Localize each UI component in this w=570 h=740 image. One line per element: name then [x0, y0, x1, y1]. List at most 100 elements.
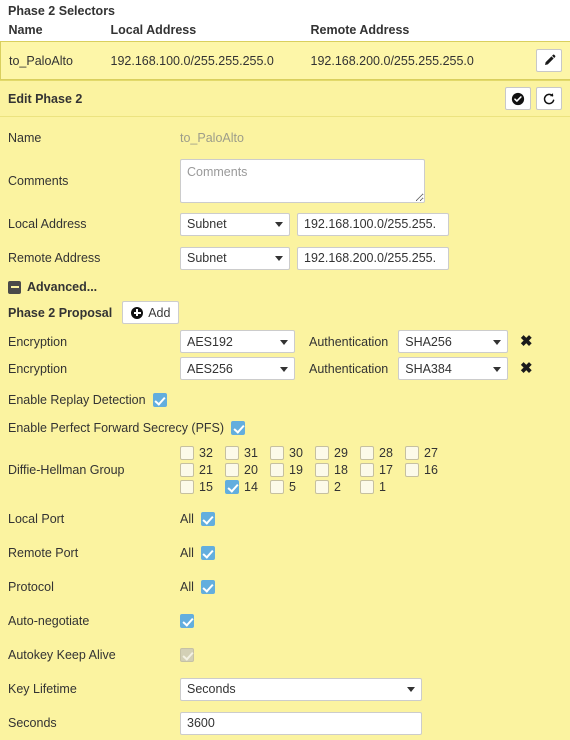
label-remote-address: Remote Address: [0, 251, 180, 265]
dh-option-2[interactable]: 2: [315, 480, 360, 494]
encryption-2-wrap: AES256: [180, 357, 295, 380]
dh-label-16: 16: [424, 463, 438, 477]
label-remote-port: Remote Port: [0, 546, 180, 560]
dh-option-31[interactable]: 31: [225, 446, 270, 460]
column-header-local-address: Local Address: [111, 21, 311, 42]
undo-arrow-icon[interactable]: [536, 87, 562, 110]
row-autokey-keep-alive: Autokey Keep Alive: [0, 638, 570, 672]
protocol-all-label: All: [180, 580, 194, 594]
field-autokey-keep-alive: [180, 648, 194, 662]
dh-checkbox-17[interactable]: [360, 463, 374, 477]
seconds-input[interactable]: [180, 712, 422, 735]
dh-option-20[interactable]: 20: [225, 463, 270, 477]
dh-checkbox-29[interactable]: [315, 446, 329, 460]
dh-checkbox-27[interactable]: [405, 446, 419, 460]
remote-address-type-select[interactable]: Subnet: [180, 247, 290, 270]
add-proposal-button[interactable]: Add: [122, 301, 179, 324]
field-name: to_PaloAlto: [180, 131, 244, 145]
dh-option-18[interactable]: 18: [315, 463, 360, 477]
cell-name: to_PaloAlto: [1, 42, 111, 80]
row-remote-address: Remote Address Subnet: [0, 241, 570, 275]
dh-checkbox-18[interactable]: [315, 463, 329, 477]
dh-label-30: 30: [289, 446, 303, 460]
replay-detection-checkbox[interactable]: [153, 393, 167, 407]
dh-checkbox-1[interactable]: [360, 480, 374, 494]
pencil-icon[interactable]: [536, 49, 562, 72]
dh-checkbox-21[interactable]: [180, 463, 194, 477]
authentication-1-select[interactable]: SHA256: [398, 330, 508, 353]
add-proposal-label: Add: [148, 306, 170, 320]
protocol-all-checkbox[interactable]: [201, 580, 215, 594]
dh-option-19[interactable]: 19: [270, 463, 315, 477]
local-address-input[interactable]: [297, 213, 449, 236]
field-auto-negotiate: [180, 614, 194, 628]
dh-option-21[interactable]: 21: [180, 463, 225, 477]
label-name: Name: [0, 131, 180, 145]
advanced-toggle[interactable]: Advanced...: [0, 275, 570, 299]
row-dh-group: Diffie-Hellman Group 32 31 3: [0, 440, 570, 498]
dh-label-1: 1: [379, 480, 386, 494]
row-replay-detection: Enable Replay Detection: [0, 382, 570, 412]
remote-address-type-wrap: Subnet: [180, 247, 290, 270]
row-remote-port: Remote Port All: [0, 536, 570, 570]
dh-checkbox-28[interactable]: [360, 446, 374, 460]
table-row[interactable]: to_PaloAlto 192.168.100.0/255.255.255.0 …: [1, 42, 570, 80]
local-address-type-select[interactable]: Subnet: [180, 213, 290, 236]
dh-checkbox-20[interactable]: [225, 463, 239, 477]
encryption-1-select[interactable]: AES192: [180, 330, 295, 353]
dh-option-28[interactable]: 28: [360, 446, 405, 460]
advanced-label: Advanced...: [27, 280, 97, 294]
dh-option-16[interactable]: 16: [405, 463, 450, 477]
column-header-name: Name: [1, 21, 111, 42]
dh-checkbox-32[interactable]: [180, 446, 194, 460]
dh-option-1[interactable]: 1: [360, 480, 405, 494]
dh-option-30[interactable]: 30: [270, 446, 315, 460]
encryption-1-wrap: AES192: [180, 330, 295, 353]
field-local-port: All: [180, 512, 215, 526]
dh-group-row-2: 21 20 19 18: [180, 463, 450, 477]
dh-checkbox-31[interactable]: [225, 446, 239, 460]
dh-checkbox-30[interactable]: [270, 446, 284, 460]
dh-option-32[interactable]: 32: [180, 446, 225, 460]
dh-label-2: 2: [334, 480, 341, 494]
delete-proposal-2-button[interactable]: ✖: [516, 358, 536, 380]
autokey-keep-alive-checkbox: [180, 648, 194, 662]
field-protocol: All: [180, 580, 215, 594]
dh-checkbox-5[interactable]: [270, 480, 284, 494]
local-port-all-checkbox[interactable]: [201, 512, 215, 526]
label-replay-detection: Enable Replay Detection: [8, 393, 146, 407]
row-auto-negotiate: Auto-negotiate: [0, 604, 570, 638]
dh-option-14[interactable]: 14: [225, 480, 270, 494]
authentication-2-select[interactable]: SHA384: [398, 357, 508, 380]
encryption-2-select[interactable]: AES256: [180, 357, 295, 380]
dh-checkbox-19[interactable]: [270, 463, 284, 477]
dh-checkbox-15[interactable]: [180, 480, 194, 494]
dh-label-32: 32: [199, 446, 213, 460]
dh-option-29[interactable]: 29: [315, 446, 360, 460]
dh-checkbox-16[interactable]: [405, 463, 419, 477]
remote-address-input[interactable]: [297, 247, 449, 270]
column-header-remote-address: Remote Address: [311, 21, 516, 42]
dh-option-17[interactable]: 17: [360, 463, 405, 477]
comments-textarea[interactable]: [180, 159, 425, 203]
dh-checkbox-14[interactable]: [225, 480, 239, 494]
auto-negotiate-checkbox[interactable]: [180, 614, 194, 628]
phase2-proposal-label: Phase 2 Proposal: [8, 306, 112, 320]
check-circle-icon[interactable]: [505, 87, 531, 110]
remote-port-all-checkbox[interactable]: [201, 546, 215, 560]
label-auto-negotiate: Auto-negotiate: [0, 614, 180, 628]
label-authentication-1: Authentication: [309, 335, 388, 349]
dh-option-15[interactable]: 15: [180, 480, 225, 494]
pfs-checkbox[interactable]: [231, 421, 245, 435]
key-lifetime-wrap: Seconds: [180, 678, 422, 701]
edit-phase2-form: Name to_PaloAlto Comments Local Address: [0, 117, 570, 740]
cell-actions: [516, 42, 570, 80]
local-port-all-label: All: [180, 512, 194, 526]
dh-option-5[interactable]: 5: [270, 480, 315, 494]
dh-option-27[interactable]: 27: [405, 446, 450, 460]
delete-proposal-1-button[interactable]: ✖: [516, 331, 536, 353]
phase2-selectors-panel: Phase 2 Selectors Name Local Address Rem…: [0, 0, 570, 80]
dh-label-20: 20: [244, 463, 258, 477]
key-lifetime-select[interactable]: Seconds: [180, 678, 422, 701]
dh-checkbox-2[interactable]: [315, 480, 329, 494]
